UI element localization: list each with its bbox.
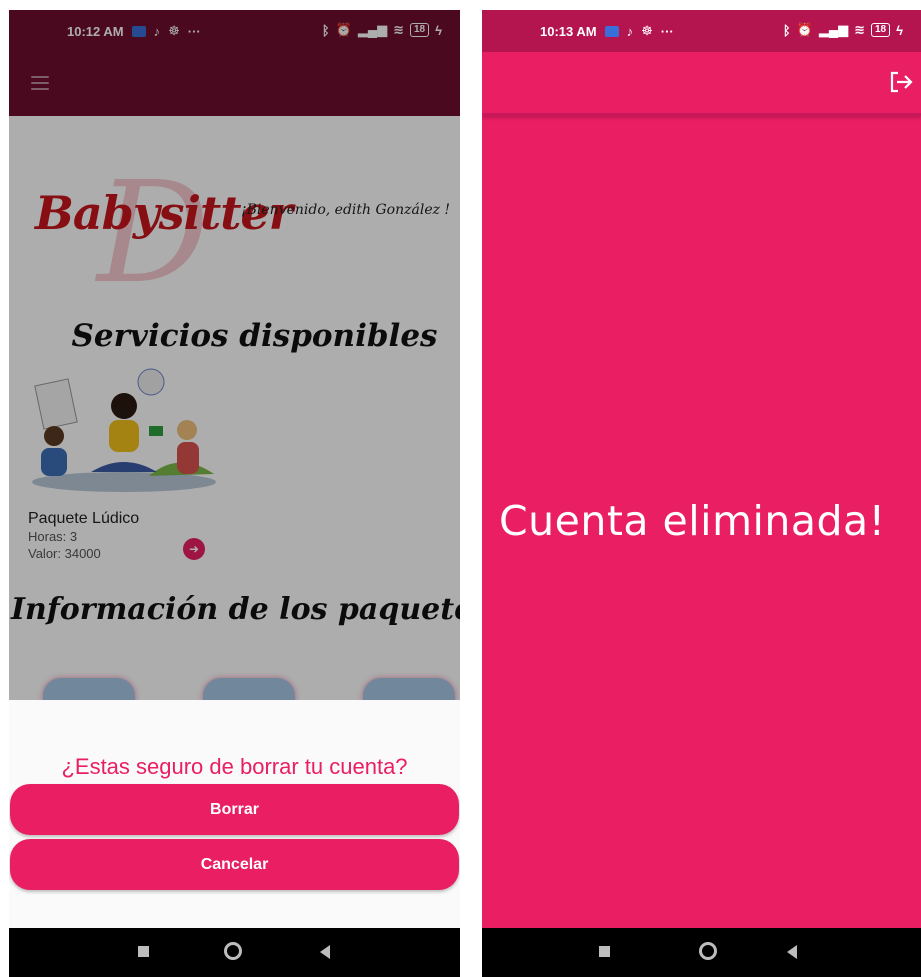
app-notification-icon: ☸ bbox=[641, 23, 653, 38]
status-bar: 10:13 AM ♪ ☸ ··· ᛒ ⏰ ▂▄▆ ≋ 18 ϟ bbox=[482, 10, 921, 52]
delete-account-sheet: ¿Estas seguro de borrar tu cuenta? Borra… bbox=[9, 700, 460, 928]
app-bar bbox=[482, 52, 921, 116]
account-deleted-message: Cuenta eliminada! bbox=[499, 497, 886, 545]
charging-icon: ϟ bbox=[896, 22, 903, 38]
tiktok-icon: ♪ bbox=[626, 23, 634, 39]
signal-icon: ▂▄▆ bbox=[818, 22, 849, 37]
wifi-icon: ≋ bbox=[854, 22, 865, 37]
logout-icon[interactable] bbox=[889, 70, 915, 94]
cancel-button[interactable]: Cancelar bbox=[10, 839, 459, 890]
back-icon[interactable] bbox=[787, 945, 797, 959]
delete-confirmation-question: ¿Estas seguro de borrar tu cuenta? bbox=[61, 754, 408, 779]
more-notifications-icon: ··· bbox=[660, 23, 674, 39]
status-time: 10:13 AM bbox=[540, 23, 597, 39]
recents-icon[interactable] bbox=[138, 946, 149, 957]
system-nav-bar bbox=[482, 928, 921, 977]
notification-icon bbox=[604, 25, 619, 37]
battery-icon: 18 bbox=[870, 23, 891, 37]
modal-scrim[interactable] bbox=[9, 10, 460, 700]
alarm-icon: ⏰ bbox=[796, 22, 813, 37]
bluetooth-icon: ᛒ bbox=[782, 22, 791, 38]
account-deleted-screen: 10:13 AM ♪ ☸ ··· ᛒ ⏰ ▂▄▆ ≋ 18 ϟ Cuenta e… bbox=[482, 10, 921, 977]
home-icon[interactable] bbox=[224, 942, 242, 960]
home-icon[interactable] bbox=[699, 942, 717, 960]
home-screen: 10:12 AM ♪ ☸ ··· ᛒ ⏰ ▂▄▆ ≋ 18 ϟ D Babysi… bbox=[9, 10, 460, 977]
recents-icon[interactable] bbox=[599, 946, 610, 957]
delete-button[interactable]: Borrar bbox=[10, 784, 459, 835]
back-icon[interactable] bbox=[320, 945, 330, 959]
system-nav-bar bbox=[9, 928, 460, 977]
